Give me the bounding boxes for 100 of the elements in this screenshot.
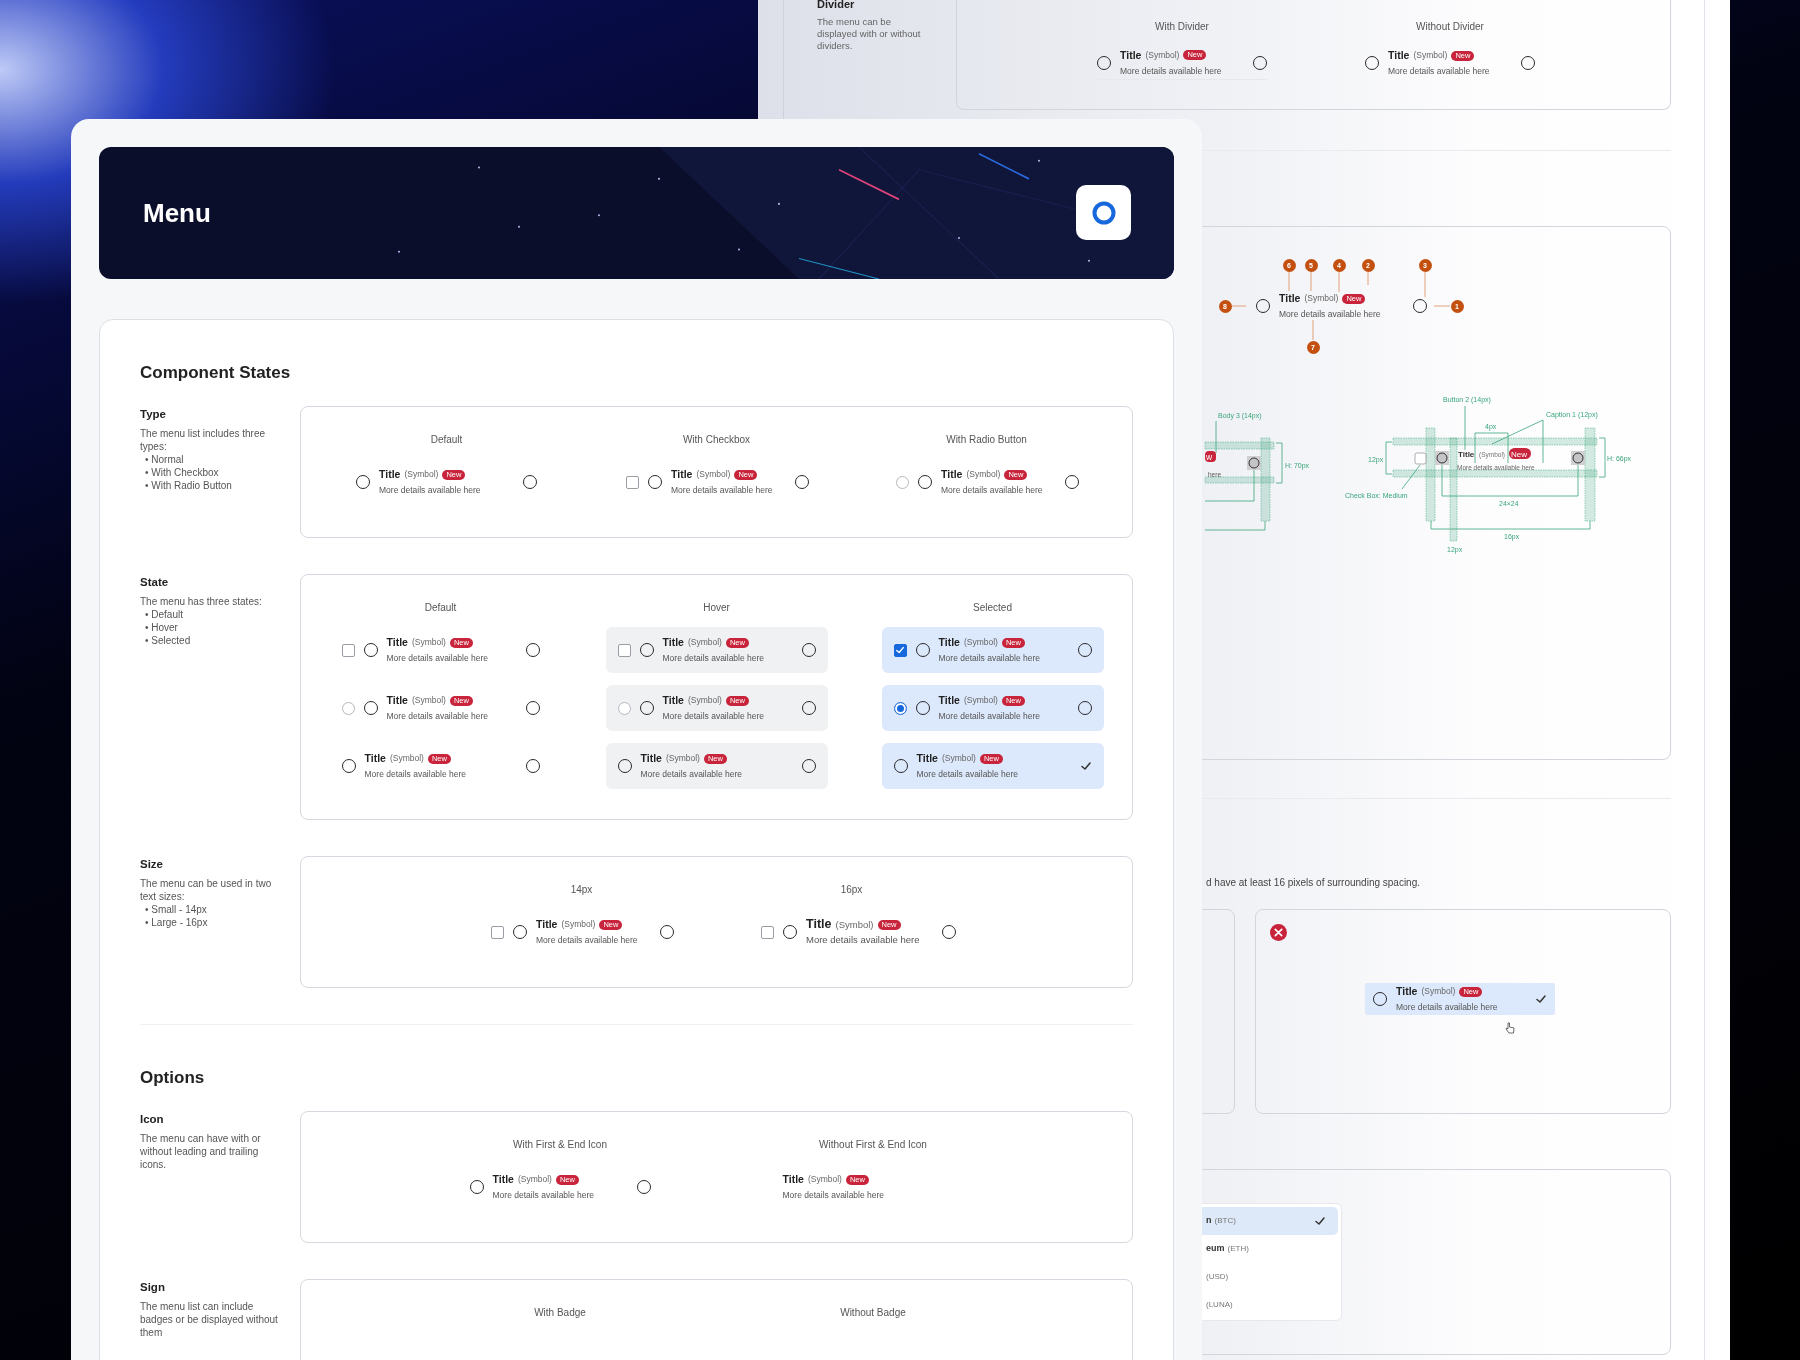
item-details: More details available here	[1279, 308, 1381, 320]
leader-line	[1424, 271, 1426, 298]
item-details: More details available here	[938, 652, 1041, 664]
item-details: More details available here	[938, 710, 1041, 722]
item-title: Title	[916, 752, 938, 765]
column-label: Without Badge	[840, 1306, 906, 1320]
leader-line	[1338, 271, 1340, 293]
logo-icon	[1076, 185, 1131, 240]
item-title: Title	[640, 752, 662, 765]
checkbox[interactable]	[893, 643, 907, 657]
checkbox[interactable]	[761, 925, 774, 939]
item-title: Title	[1458, 450, 1475, 459]
symbol-label: (Symbol)	[411, 636, 446, 649]
symbol-label: (Symbol)	[687, 636, 722, 649]
column-label: 16px	[840, 883, 863, 897]
item-details: More details available here	[386, 710, 489, 722]
item-title: Title	[1279, 292, 1301, 305]
symbol-label: (Symbol)	[1413, 49, 1448, 62]
column-label: With Radio Button	[946, 433, 1027, 447]
item-title: Title	[662, 636, 684, 649]
group-description: The menu list can include badges or be displayed without them	[140, 1300, 278, 1339]
leader-line	[1433, 305, 1451, 307]
item-title: Title	[492, 1173, 514, 1186]
column-label: 14px	[570, 883, 593, 897]
group-title: State	[140, 575, 170, 590]
new-badge: w	[1205, 451, 1216, 462]
symbol-label: (Symbol)	[963, 636, 998, 649]
symbol-label: (Symbol)	[1145, 48, 1180, 62]
item-title: Title	[386, 636, 408, 649]
bullet-item: • Hover	[144, 621, 179, 634]
symbol-label: (Symbol)	[404, 468, 439, 481]
item-details: More details available here	[1388, 65, 1490, 77]
radio-button[interactable]	[617, 701, 631, 715]
check-icon	[1314, 1215, 1326, 1227]
item-title: Title	[386, 694, 408, 707]
symbol-label: (Symbol)	[389, 752, 424, 765]
bullet-item: • With Radio Button	[144, 479, 233, 492]
symbol-label: (Symbol)	[835, 918, 874, 931]
bullet-item: • With Checkbox	[144, 466, 220, 479]
group-title: Sign	[140, 1280, 166, 1295]
item-title: Title	[536, 918, 558, 931]
column-label: With Checkbox	[682, 433, 751, 447]
cursor-icon	[1505, 1022, 1515, 1034]
bullet-item: • Normal	[144, 453, 185, 466]
column-label: Without Divider	[1416, 20, 1484, 34]
item-details: More details available here	[536, 934, 638, 946]
item-title: Title	[938, 636, 960, 649]
group-description: The menu list includes three types:	[140, 427, 267, 453]
item-title: Title	[806, 918, 832, 931]
symbol-label: (Symbol)	[941, 752, 976, 765]
section-heading: Options	[140, 1067, 206, 1089]
symbol-label: (Symbol)	[517, 1173, 552, 1186]
item-details: More details available here	[662, 652, 765, 664]
item-details: More details available here	[364, 768, 467, 780]
section-title: Divider	[817, 0, 856, 11]
column-label: With First & End Icon	[513, 1138, 607, 1152]
leader-line	[1231, 305, 1247, 307]
symbol-label: (Symbol)	[1304, 292, 1339, 305]
symbol-label: (Symbol)	[665, 752, 700, 765]
radio-button[interactable]	[893, 701, 907, 715]
group-description: The menu has three states:	[140, 595, 263, 608]
item-details: More details available here	[671, 484, 773, 496]
checkbox[interactable]	[617, 643, 631, 657]
item-title: Title	[662, 694, 684, 707]
column-label: With Badge	[534, 1306, 586, 1320]
symbol-label: (Symbol)	[1421, 985, 1456, 998]
symbol-label: (Symbol)	[966, 468, 1001, 481]
leader-line	[1310, 271, 1312, 292]
section-heading: Component States	[140, 362, 292, 384]
checkbox[interactable]	[626, 475, 639, 489]
item-details: More details available here	[379, 484, 481, 496]
radio-button[interactable]	[896, 475, 909, 489]
item-details: More details available here	[782, 1189, 885, 1201]
item-title: Title	[379, 468, 401, 481]
item-details: More details available here	[640, 768, 743, 780]
symbol-label: (Symbol)	[687, 694, 722, 707]
item-title: Title	[782, 1173, 804, 1186]
checkbox[interactable]	[341, 643, 355, 657]
group-title: Size	[140, 857, 164, 872]
radio-button[interactable]	[341, 701, 355, 715]
item-details: More details available here	[1120, 64, 1222, 77]
item-title: Title	[671, 468, 693, 481]
item-details: More details available here	[386, 652, 489, 664]
item-title: Title	[938, 694, 960, 707]
symbol-label: (Symbol)	[696, 468, 731, 481]
group-description: The menu can be used in two text sizes:	[140, 877, 273, 903]
column-label: Without First & End Icon	[819, 1138, 927, 1152]
bullet-item: • Default	[144, 608, 184, 621]
item-details: More details available here	[916, 768, 1019, 780]
item-details: More details available here	[1396, 1001, 1498, 1013]
spacing-note: d have at least 16 pixels of surrounding spacing.	[1206, 877, 1422, 889]
group-description: The menu can have with or without leading and trailing icons.	[140, 1132, 262, 1171]
error-icon	[1270, 924, 1287, 941]
column-label: Selected	[973, 601, 1012, 615]
item-title: Title	[1120, 48, 1142, 62]
symbol-label: (Symbol)	[411, 694, 446, 707]
item-details: More details available here	[492, 1189, 595, 1201]
checkbox[interactable]	[491, 925, 504, 939]
column-label: Default	[424, 601, 457, 615]
item-title: Title	[941, 468, 963, 481]
